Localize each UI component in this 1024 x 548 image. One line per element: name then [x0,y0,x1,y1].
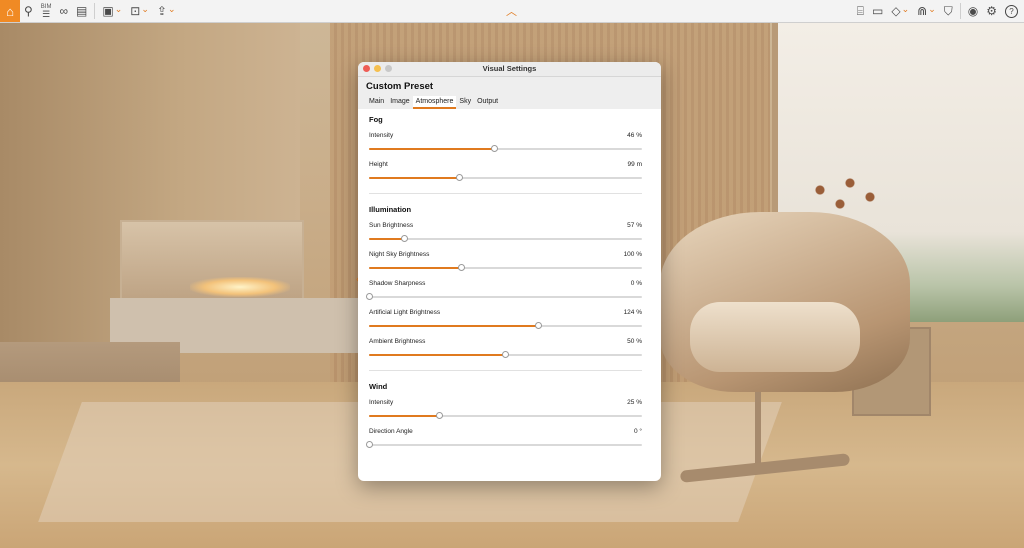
slider-fill [369,267,462,269]
wind-intensity-row: Intensity 25 % [369,397,650,426]
slider-label: Sun Brightness [369,222,414,229]
sun-brightness-slider[interactable] [369,234,642,242]
slider-fill [369,238,405,240]
slider-value: 100 % [623,251,642,258]
dialog-titlebar[interactable]: Visual Settings [358,62,661,77]
shadow-sharpness-slider[interactable] [365,292,642,300]
slider-value: 50 % [627,338,642,345]
shadow-sharpness-row: Shadow Sharpness 0 % [365,278,650,307]
fog-height-row: Height 99 m [369,159,650,188]
fire [190,277,290,297]
slider-label: Intensity [369,399,394,406]
presentation-icon[interactable]: ▭ [868,0,887,22]
slider-knob[interactable] [458,263,466,271]
export-image-icon[interactable]: ▣ [98,0,126,22]
tab-atmosphere[interactable]: Atmosphere [412,96,457,109]
section-divider [369,193,642,194]
direction-angle-row: Direction Angle 0 ° [365,426,650,455]
slider-fill [369,415,440,417]
slider-knob[interactable] [534,321,542,329]
section-divider [369,370,642,371]
slider-value: 57 % [627,222,642,229]
gear-icon[interactable]: ⚙ [982,0,1001,22]
toolbar-divider [94,3,96,19]
slider-knob[interactable] [365,292,373,300]
material-icon[interactable]: ⋒ [913,0,940,22]
visual-settings-dialog: Visual Settings Custom Preset Main Image… [358,62,661,481]
tab-output[interactable]: Output [474,96,501,109]
toolbar-divider [959,3,961,19]
top-toolbar: ⌂ ⚲ BIM ☰ ∞ ▤ ▣ ⊡ ⇪ ︿ ⌸ ▭ ◇ ⋒ ⛉ ◉ ⚙ ? [0,0,1024,23]
section-illumination: Illumination [369,205,412,214]
night-sky-brightness-slider[interactable] [369,263,642,271]
slider-fill [369,325,539,327]
tab-main[interactable]: Main [366,96,387,109]
tab-image[interactable]: Image [387,96,412,109]
preset-title[interactable]: Custom Preset [358,77,661,96]
slider-label: Height [369,161,388,168]
slider-fill [369,177,460,179]
slider-value: 46 % [627,132,642,139]
tab-sky[interactable]: Sky [456,96,474,109]
slider-label: Artificial Light Brightness [369,309,441,316]
chair-seat [690,302,860,372]
night-sky-brightness-row: Night Sky Brightness 100 % [369,249,650,278]
section-wind: Wind [369,382,388,391]
slider-label: Shadow Sharpness [369,280,426,287]
direction-angle-slider[interactable] [365,440,642,448]
slider-value: 25 % [627,399,642,406]
slider-knob[interactable] [400,234,408,242]
slider-label: Intensity [369,132,394,139]
ambient-brightness-slider[interactable] [369,350,642,358]
ambient-brightness-row: Ambient Brightness 50 % [369,336,650,365]
share-icon[interactable]: ⇪ [153,0,180,22]
home-icon[interactable]: ⌂ [0,0,20,22]
tab-bar: Main Image Atmosphere Sky Output [358,96,661,109]
slider-label: Direction Angle [369,428,413,435]
slider-value: 0 % [630,280,642,287]
slider-label: Ambient Brightness [369,338,426,345]
slider-value: 99 m [627,161,642,168]
export-video-icon[interactable]: ⊡ [126,0,153,22]
slider-fill [369,354,506,356]
slider-knob[interactable] [455,173,463,181]
artificial-light-brightness-row: Artificial Light Brightness 124 % [369,307,650,336]
map-icon[interactable]: ⌸ [853,0,868,22]
bim-icon[interactable]: BIM ☰ [37,0,56,22]
artificial-light-brightness-slider[interactable] [369,321,642,329]
section-fog: Fog [369,115,383,124]
settings-content: Fog Intensity 46 % Height 99 m Illuminat… [358,109,661,455]
fog-height-slider[interactable] [369,173,642,181]
slider-label: Night Sky Brightness [369,251,430,258]
pin-icon[interactable]: ⚲ [20,0,37,22]
sun-brightness-row: Sun Brightness 57 % [369,220,650,249]
slider-knob[interactable] [502,350,509,358]
slider-value: 0 ° [633,428,642,435]
slider-value: 124 % [623,309,642,316]
fog-intensity-row: Intensity 46 % [369,130,650,159]
slider-knob[interactable] [365,440,373,448]
eye-icon[interactable]: ◉ [964,0,982,22]
paint-icon[interactable]: ⛉ [940,0,957,22]
slider-knob[interactable] [491,144,499,152]
fog-intensity-slider[interactable] [369,144,642,152]
wind-intensity-slider[interactable] [369,411,642,419]
chair-leg [755,392,761,472]
help-icon[interactable]: ? [1001,0,1022,22]
binoculars-icon[interactable]: ∞ [55,0,72,22]
slider-knob[interactable] [436,411,444,419]
clapper-icon[interactable]: ▤ [72,0,91,22]
cube-icon[interactable]: ◇ [887,0,913,22]
chevron-up-icon[interactable]: ︿ [506,3,517,19]
dialog-title: Visual Settings [482,64,537,73]
slider-fill [369,148,495,150]
